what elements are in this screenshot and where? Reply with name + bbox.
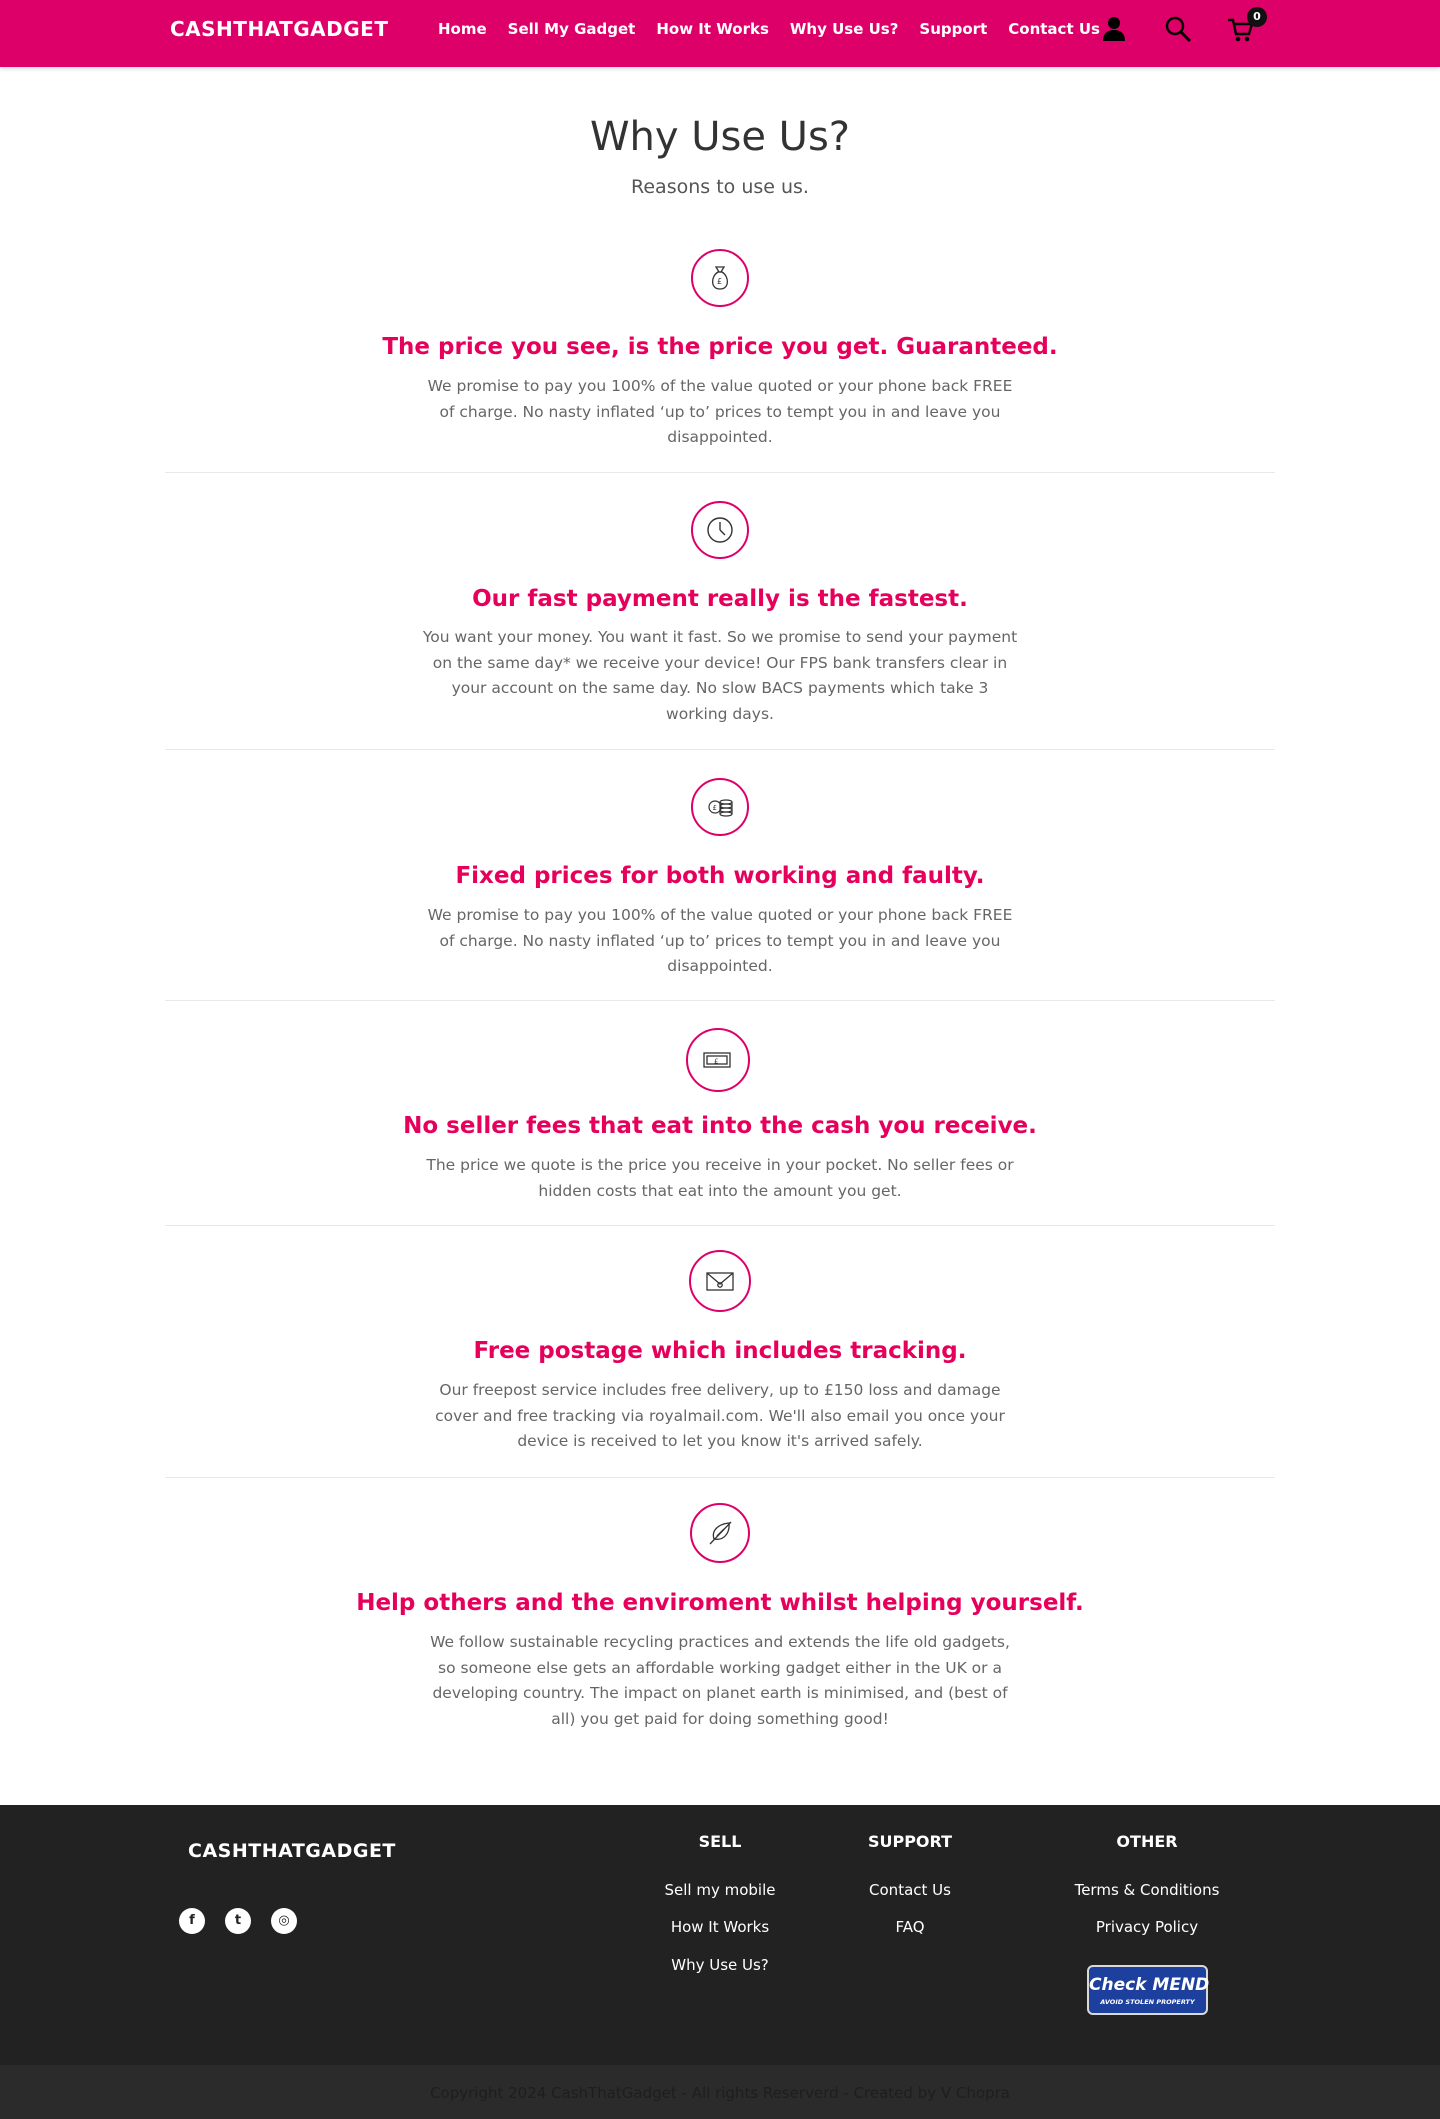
svg-text:£: £ bbox=[713, 804, 717, 812]
page-subtitle: Reasons to use us. bbox=[631, 176, 809, 198]
feature-title: Fixed prices for both working and faulty… bbox=[455, 863, 985, 889]
feature-title: No seller fees that eat into the cash yo… bbox=[403, 1113, 1037, 1139]
nav-sell-my-gadget[interactable]: Sell My Gadget bbox=[508, 19, 636, 39]
feature-text: The price we quote is the price you rece… bbox=[426, 1156, 1014, 1200]
checkmend-badge[interactable]: Check MEND AVOID STOLEN PROPERTY bbox=[1087, 1965, 1210, 2015]
footer-link-why-use-us[interactable]: Why Use Us? bbox=[620, 1956, 820, 1974]
search-icon[interactable] bbox=[1163, 14, 1193, 44]
facebook-icon[interactable]: f bbox=[179, 1908, 205, 1934]
footer-link-terms[interactable]: Terms & Conditions bbox=[1047, 1881, 1247, 1899]
feature-text: We follow sustainable recycling practice… bbox=[430, 1633, 1010, 1728]
money-bag-icon: £ bbox=[691, 249, 749, 307]
footer-logo[interactable]: CASHTHATGADGET bbox=[188, 1840, 396, 1862]
footer-heading-other: OTHER bbox=[1116, 1832, 1178, 1851]
footer-link-contact-us[interactable]: Contact Us bbox=[810, 1881, 1010, 1899]
feature-divider bbox=[165, 1477, 1275, 1478]
nav-contact-us[interactable]: Contact Us bbox=[1008, 19, 1100, 39]
feature-text: We promise to pay you 100% of the value … bbox=[427, 906, 1013, 975]
footer-heading-support: SUPPORT bbox=[867, 1832, 953, 1851]
feature-text: Our freepost service includes free deliv… bbox=[435, 1381, 1005, 1450]
envelope-icon bbox=[689, 1250, 751, 1312]
feature-text: We promise to pay you 100% of the value … bbox=[427, 377, 1013, 446]
twitter-icon[interactable]: t bbox=[225, 1908, 251, 1934]
feature-divider bbox=[165, 1000, 1275, 1001]
main-nav: Home Sell My Gadget How It Works Why Use… bbox=[438, 19, 1121, 39]
banknote-icon: £ bbox=[686, 1028, 750, 1092]
site-logo[interactable]: CASHTHATGADGET bbox=[170, 17, 388, 41]
footer-link-privacy[interactable]: Privacy Policy bbox=[1047, 1918, 1247, 1936]
copyright-text: Copyright 2024 CashThatGadget - All righ… bbox=[430, 2084, 1010, 2102]
feature-divider bbox=[165, 749, 1275, 750]
instagram-icon[interactable]: ◎ bbox=[271, 1908, 297, 1934]
cart-count-badge: 0 bbox=[1247, 7, 1267, 27]
footer-link-sell-my-mobile[interactable]: Sell my mobile bbox=[620, 1881, 820, 1899]
svg-text:£: £ bbox=[714, 1058, 718, 1066]
copyright-bar: Copyright 2024 CashThatGadget - All righ… bbox=[0, 2065, 1440, 2119]
feature-title: Help others and the enviroment whilst he… bbox=[356, 1590, 1084, 1616]
checkmend-badge-tagline: AVOID STOLEN PROPERTY bbox=[1100, 1998, 1195, 2006]
coins-icon: £ bbox=[691, 778, 749, 836]
svg-text:£: £ bbox=[717, 277, 722, 286]
nav-support[interactable]: Support bbox=[919, 19, 987, 39]
footer-link-how-it-works[interactable]: How It Works bbox=[620, 1918, 820, 1936]
nav-why-use-us[interactable]: Why Use Us? bbox=[790, 19, 899, 39]
feature-divider bbox=[165, 1225, 1275, 1226]
site-header: CASHTHATGADGET Home Sell My Gadget How I… bbox=[0, 0, 1440, 67]
site-footer: CASHTHATGADGET f t ◎ SELL Sell my mobile… bbox=[0, 1805, 1440, 2065]
nav-home[interactable]: Home bbox=[438, 19, 487, 39]
leaf-icon bbox=[690, 1503, 750, 1563]
footer-link-faq[interactable]: FAQ bbox=[810, 1918, 1010, 1936]
feature-divider bbox=[165, 472, 1275, 473]
feature-title: The price you see, is the price you get.… bbox=[382, 334, 1058, 360]
footer-heading-sell: SELL bbox=[698, 1832, 742, 1851]
user-icon[interactable] bbox=[1099, 14, 1129, 44]
page-title: Why Use Us? bbox=[589, 114, 851, 160]
nav-how-it-works[interactable]: How It Works bbox=[656, 19, 769, 39]
feature-text: You want your money. You want it fast. S… bbox=[422, 628, 1018, 723]
feature-title: Free postage which includes tracking. bbox=[473, 1338, 967, 1364]
checkmend-badge-title: Check MEND bbox=[1089, 1975, 1210, 1995]
feature-title: Our fast payment really is the fastest. bbox=[472, 586, 968, 612]
clock-icon bbox=[691, 501, 749, 559]
